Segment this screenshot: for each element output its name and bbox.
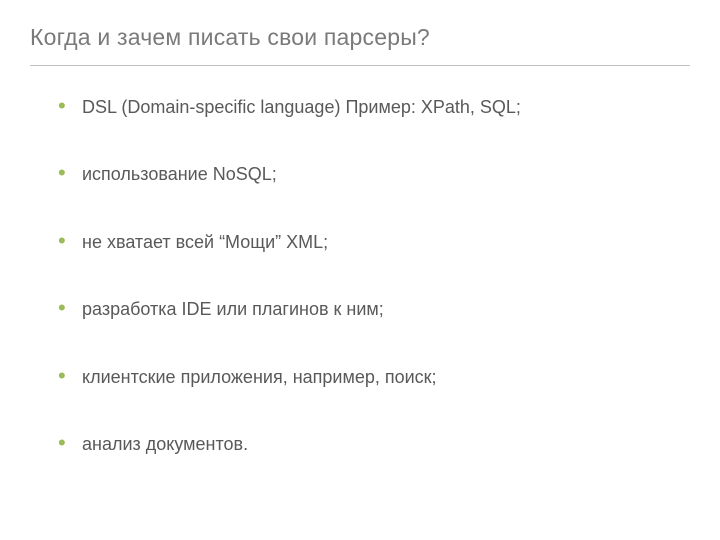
list-item: использование NoSQL; (58, 163, 690, 186)
list-item: разработка IDE или плагинов к ним; (58, 298, 690, 321)
list-item: DSL (Domain-specific language) Пример: X… (58, 96, 690, 119)
list-item-text: не хватает всей “Мощи” XML; (82, 232, 328, 252)
bullet-list: DSL (Domain-specific language) Пример: X… (30, 96, 690, 456)
list-item-text: DSL (Domain-specific language) Пример: X… (82, 97, 521, 117)
list-item-text: использование NoSQL; (82, 164, 277, 184)
slide-title: Когда и зачем писать свои парсеры? (30, 24, 690, 66)
list-item: клиентские приложения, например, поиск; (58, 366, 690, 389)
list-item-text: разработка IDE или плагинов к ним; (82, 299, 384, 319)
list-item-text: анализ документов. (82, 434, 248, 454)
list-item: не хватает всей “Мощи” XML; (58, 231, 690, 254)
list-item-text: клиентские приложения, например, поиск; (82, 367, 437, 387)
list-item: анализ документов. (58, 433, 690, 456)
slide: Когда и зачем писать свои парсеры? DSL (… (0, 0, 720, 540)
